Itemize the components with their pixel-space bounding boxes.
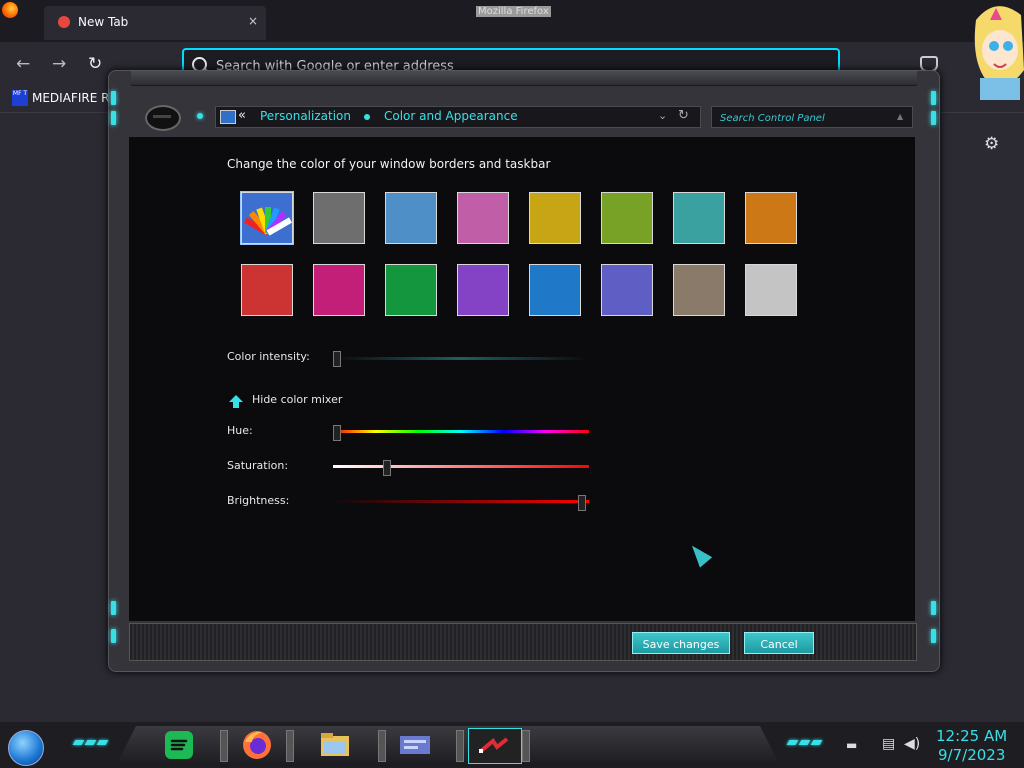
forward-arrow-icon[interactable]: → <box>52 54 66 74</box>
address-bar[interactable]: « Personalization Color and Appearance ⌄… <box>215 106 701 128</box>
color-fan-icon <box>242 193 293 243</box>
window-top-frame <box>131 71 917 86</box>
mascot-image <box>974 6 1024 100</box>
brightness-thumb[interactable] <box>578 495 586 511</box>
search-input[interactable] <box>718 109 892 127</box>
breadcrumb-overflow-icon[interactable]: « <box>238 108 246 123</box>
taskbar-separator <box>378 730 386 762</box>
tab-close-icon[interactable]: × <box>248 14 258 28</box>
firefox-logo-icon <box>2 2 18 18</box>
content-pane: Change the color of your window borders … <box>129 137 915 621</box>
hide-mixer-arrow-icon[interactable] <box>229 395 243 408</box>
taskbar-separator <box>286 730 294 762</box>
frame-light <box>111 601 116 615</box>
frame-light <box>111 91 116 105</box>
page-heading: Change the color of your window borders … <box>227 157 551 171</box>
swatch-red[interactable] <box>241 264 293 316</box>
search-icon[interactable]: ▲ <box>897 112 903 121</box>
frame-light <box>931 91 936 105</box>
gear-icon[interactable]: ⚙ <box>984 134 999 154</box>
taskbar-separator <box>220 730 228 762</box>
media-icon[interactable] <box>468 728 522 764</box>
swatch-teal[interactable] <box>673 192 725 244</box>
cancel-button[interactable]: Cancel <box>744 632 814 654</box>
swatch-fuchsia[interactable] <box>313 264 365 316</box>
tab-favicon-icon <box>58 16 70 28</box>
control-panel-task-icon[interactable] <box>398 728 432 762</box>
control-panel-icon <box>220 110 236 124</box>
window-title: Mozilla Firefox <box>476 6 551 17</box>
swatch-slate[interactable] <box>313 192 365 244</box>
hue-thumb[interactable] <box>333 425 341 441</box>
taskbar-lights <box>786 740 823 746</box>
save-changes-button[interactable]: Save changes <box>632 632 730 654</box>
color-intensity-thumb[interactable] <box>333 351 341 367</box>
browser-titlebar: New Tab × Mozilla Firefox <box>0 0 1024 42</box>
saturation-label: Saturation: <box>227 459 289 472</box>
hue-label: Hue: <box>227 424 253 437</box>
tab-title: New Tab <box>78 15 129 29</box>
chevron-down-icon[interactable]: ⌄ <box>658 109 667 122</box>
button-bar: Save changes Cancel <box>129 623 917 661</box>
firefox-glyph <box>243 731 271 759</box>
taskbar-app-plate <box>116 726 780 766</box>
spotify-icon[interactable] <box>162 728 196 762</box>
swatch-silver[interactable] <box>745 264 797 316</box>
network-icon[interactable]: ▤ <box>882 736 895 752</box>
start-button[interactable] <box>8 730 44 766</box>
swatch-taupe[interactable] <box>673 264 725 316</box>
saturation-thumb[interactable] <box>383 460 391 476</box>
frame-light <box>111 629 116 643</box>
swatch-lavender[interactable] <box>601 264 653 316</box>
swatch-gold[interactable] <box>529 192 581 244</box>
color-intensity-track[interactable] <box>333 357 589 360</box>
back-arrow-icon[interactable]: ← <box>16 54 30 74</box>
taskbar: ▬ ▤ ◀) 12:25 AM 9/7/2023 <box>0 722 1024 768</box>
breadcrumb-personalization[interactable]: Personalization <box>260 109 351 123</box>
tab-new-tab[interactable]: New Tab × <box>44 6 266 40</box>
hide-color-mixer-link[interactable]: Hide color mixer <box>252 393 342 406</box>
swatch-green[interactable] <box>385 264 437 316</box>
firefox-icon[interactable] <box>240 728 274 762</box>
mediafire-favicon-icon: MF T <box>12 90 28 106</box>
frame-light <box>931 629 936 643</box>
taskbar-lights <box>72 740 109 746</box>
frame-light <box>111 111 116 125</box>
search-box[interactable]: ▲ <box>711 106 913 128</box>
taskbar-separator <box>522 730 530 762</box>
control-panel-window: « Personalization Color and Appearance ⌄… <box>108 70 940 672</box>
media-glyph <box>479 737 509 753</box>
bookmark-mediafire[interactable]: MEDIAFIRE RO <box>32 91 119 105</box>
back-forward-orb-icon[interactable] <box>145 105 181 131</box>
nav-indicator-icon <box>197 113 203 119</box>
file-explorer-icon[interactable] <box>318 728 352 762</box>
saturation-track[interactable] <box>333 465 589 468</box>
taskbar-separator <box>456 730 464 762</box>
swatch-custom[interactable] <box>240 191 294 245</box>
hue-track[interactable] <box>333 430 589 433</box>
frame-light <box>931 601 936 615</box>
clock-date[interactable]: 9/7/2023 <box>938 746 1005 764</box>
swatch-orange[interactable] <box>745 192 797 244</box>
volume-icon[interactable]: ◀) <box>904 736 920 752</box>
refresh-icon[interactable]: ↻ <box>678 108 689 123</box>
frame-light <box>931 111 936 125</box>
control-panel-glyph <box>400 736 430 754</box>
swatch-sky[interactable] <box>385 192 437 244</box>
swatch-blue[interactable] <box>529 264 581 316</box>
spotify-glyph <box>165 731 193 759</box>
breadcrumb-separator-icon[interactable] <box>364 114 370 120</box>
swatch-pink[interactable] <box>457 192 509 244</box>
folder-glyph <box>321 733 349 756</box>
brightness-label: Brightness: <box>227 494 290 507</box>
breadcrumb-color-appearance[interactable]: Color and Appearance <box>384 109 518 123</box>
swatch-leaf[interactable] <box>601 192 653 244</box>
color-intensity-label: Color intensity: <box>227 350 310 363</box>
show-desktop-icon[interactable]: ▬ <box>846 738 857 752</box>
navigation-bar: « Personalization Color and Appearance ⌄… <box>121 99 927 135</box>
reload-icon[interactable]: ↻ <box>88 54 102 74</box>
brightness-track[interactable] <box>333 500 589 503</box>
clock-time[interactable]: 12:25 AM <box>936 727 1007 745</box>
swatch-violet[interactable] <box>457 264 509 316</box>
